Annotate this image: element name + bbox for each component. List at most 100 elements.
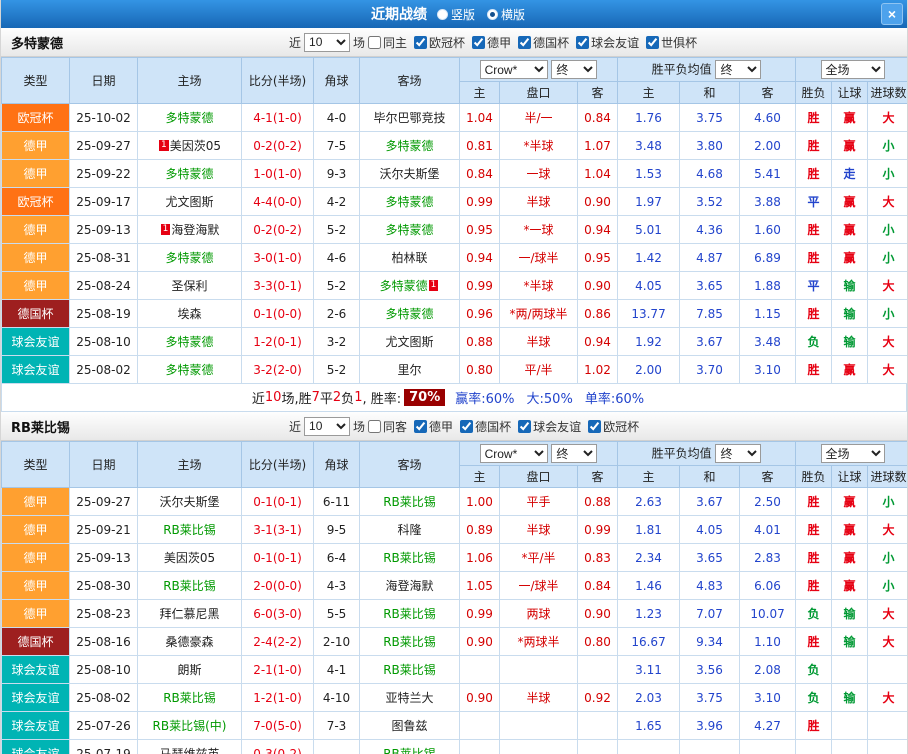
full-match-select[interactable]: 全场: [820, 444, 885, 463]
team-label: 多特蒙德: [379, 279, 428, 293]
handicap-line: 半球: [499, 187, 578, 216]
radio-vertical[interactable]: 竖版: [436, 6, 475, 23]
result-wdl: 负: [795, 327, 833, 356]
team-label: 多特蒙德: [165, 363, 214, 377]
result-goals: [867, 711, 907, 740]
avg-draw-odds: 4.36: [679, 215, 741, 244]
team-label: RB莱比锡: [163, 691, 216, 705]
away-team: 多特蒙德 1: [359, 271, 460, 300]
away-team: 多特蒙德: [359, 187, 460, 216]
avg-label: 胜平负均值: [651, 62, 712, 77]
crown-odds-home: 1.00: [459, 487, 500, 516]
crown-odds-away: 0.88: [576, 487, 619, 516]
filter-competition[interactable]: 德国杯: [460, 418, 511, 435]
result-wdl: 胜: [795, 299, 833, 328]
filter-competition[interactable]: 德国杯: [518, 34, 569, 51]
avg-final-select[interactable]: 终: [715, 444, 762, 463]
competition-checkbox[interactable]: [414, 419, 428, 433]
filter-same-side[interactable]: 同客: [368, 418, 407, 435]
competition-checkbox[interactable]: [472, 35, 486, 49]
result-handicap: 赢: [831, 103, 869, 132]
match-date: 25-08-30: [69, 571, 138, 600]
avg-away-odds: 2.00: [739, 131, 797, 160]
filter-competition[interactable]: 欧冠杯: [588, 418, 639, 435]
filter-competition[interactable]: 德甲: [472, 34, 511, 51]
final-select[interactable]: 终: [551, 60, 598, 79]
result-handicap: 赢: [831, 487, 869, 516]
col-corner: 角球: [313, 441, 360, 488]
summary-bar: 近 10 场,胜 7 平 2 负 1, 胜率: 70% 赢率:60% 大:50% 单率:60%: [1, 384, 907, 412]
home-team: 埃森: [137, 299, 242, 328]
competition-checkbox[interactable]: [588, 419, 602, 433]
col-score: 比分(半场): [241, 57, 314, 104]
match-row: 德甲 25-08-30 RB莱比锡 2-0(0-0) 4-3 海登海默 1.05…: [1, 571, 907, 600]
avg-home-odds: 2.03: [617, 683, 681, 712]
away-team: RB莱比锡: [359, 599, 460, 628]
avg-away-odds: [739, 739, 797, 754]
team-label: 海登海默: [171, 223, 220, 237]
competition-checkbox[interactable]: [414, 35, 428, 49]
same-side-checkbox[interactable]: [368, 35, 382, 49]
final-select[interactable]: 终: [551, 444, 598, 463]
radio-horizontal[interactable]: 横版: [487, 6, 525, 23]
recent-count-select[interactable]: 10: [304, 32, 351, 52]
competition-checkbox[interactable]: [518, 419, 532, 433]
radio-horizontal-icon[interactable]: [487, 8, 498, 20]
match-date: 25-10-02: [69, 103, 138, 132]
handicap-line: *一球: [499, 215, 578, 244]
competition-checkbox[interactable]: [460, 419, 474, 433]
summary-text: 10: [264, 390, 282, 405]
filter-bar: 近 10 场 同客 德甲 德国杯 球会友谊 欧冠杯: [286, 416, 646, 436]
filter-competition[interactable]: 欧冠杯: [414, 34, 465, 51]
crown-odds-home: 1.04: [459, 103, 500, 132]
col-date: 日期: [69, 57, 138, 104]
competition-checkbox[interactable]: [576, 35, 590, 49]
filter-competition[interactable]: 德甲: [414, 418, 453, 435]
competition-badge: 德甲: [1, 159, 70, 188]
crown-odds-away: 0.94: [576, 327, 619, 356]
away-team: 毕尔巴鄂竞技: [359, 103, 460, 132]
close-button[interactable]: ×: [881, 3, 903, 25]
corners: 5-2: [313, 271, 360, 300]
match-row: 欧冠杯 25-09-17 尤文图斯 4-4(0-0) 4-2 多特蒙德 0.99…: [1, 187, 907, 216]
competition-label: 球会友谊: [591, 35, 640, 50]
radio-vertical-icon[interactable]: [436, 8, 448, 20]
avg-home-odds: 1.65: [617, 711, 681, 740]
team-label: RB莱比锡: [383, 747, 436, 754]
crown-odds-away: 0.80: [576, 627, 619, 656]
handicap-line: 半球: [499, 683, 578, 712]
match-date: 25-07-26: [69, 711, 138, 740]
avg-draw-odds: 3.75: [679, 683, 741, 712]
crown-odds-home: [459, 655, 500, 684]
crow-source-select[interactable]: Crow*: [479, 60, 548, 79]
match-date: 25-07-19: [69, 739, 138, 754]
competition-badge: 德甲: [1, 487, 70, 516]
avg-home-odds: 4.05: [617, 271, 681, 300]
filter-same-side[interactable]: 同主: [368, 34, 407, 51]
competition-badge: 德国杯: [1, 627, 70, 656]
competition-badge: 德甲: [1, 215, 70, 244]
summary-text: 平: [319, 392, 333, 407]
result-wdl: 胜: [795, 131, 833, 160]
crown-odds-home: [459, 739, 500, 754]
filter-competition[interactable]: 球会友谊: [518, 418, 581, 435]
result-goals: 小: [867, 215, 907, 244]
score: 4-1(1-0): [241, 103, 314, 132]
same-side-checkbox[interactable]: [368, 419, 382, 433]
match-row: 德国杯 25-08-16 桑德豪森 2-4(2-2) 2-10 RB莱比锡 0.…: [1, 627, 907, 656]
result-handicap: 赢: [831, 515, 869, 544]
filter-competition[interactable]: 球会友谊: [576, 34, 639, 51]
avg-draw-odds: 3.75: [679, 103, 741, 132]
competition-checkbox[interactable]: [518, 35, 532, 49]
avg-final-select[interactable]: 终: [715, 60, 762, 79]
competition-checkbox[interactable]: [646, 35, 660, 49]
full-match-select[interactable]: 全场: [820, 60, 885, 79]
col-away: 客场: [359, 441, 460, 488]
avg-away-odds: 4.60: [739, 103, 797, 132]
filter-competition[interactable]: 世俱杯: [646, 34, 697, 51]
corners: 9-5: [313, 515, 360, 544]
avg-draw-odds: 3.65: [679, 543, 741, 572]
recent-count-select[interactable]: 10: [304, 416, 351, 436]
corners: 2-10: [313, 627, 360, 656]
crow-source-select[interactable]: Crow*: [479, 444, 548, 463]
